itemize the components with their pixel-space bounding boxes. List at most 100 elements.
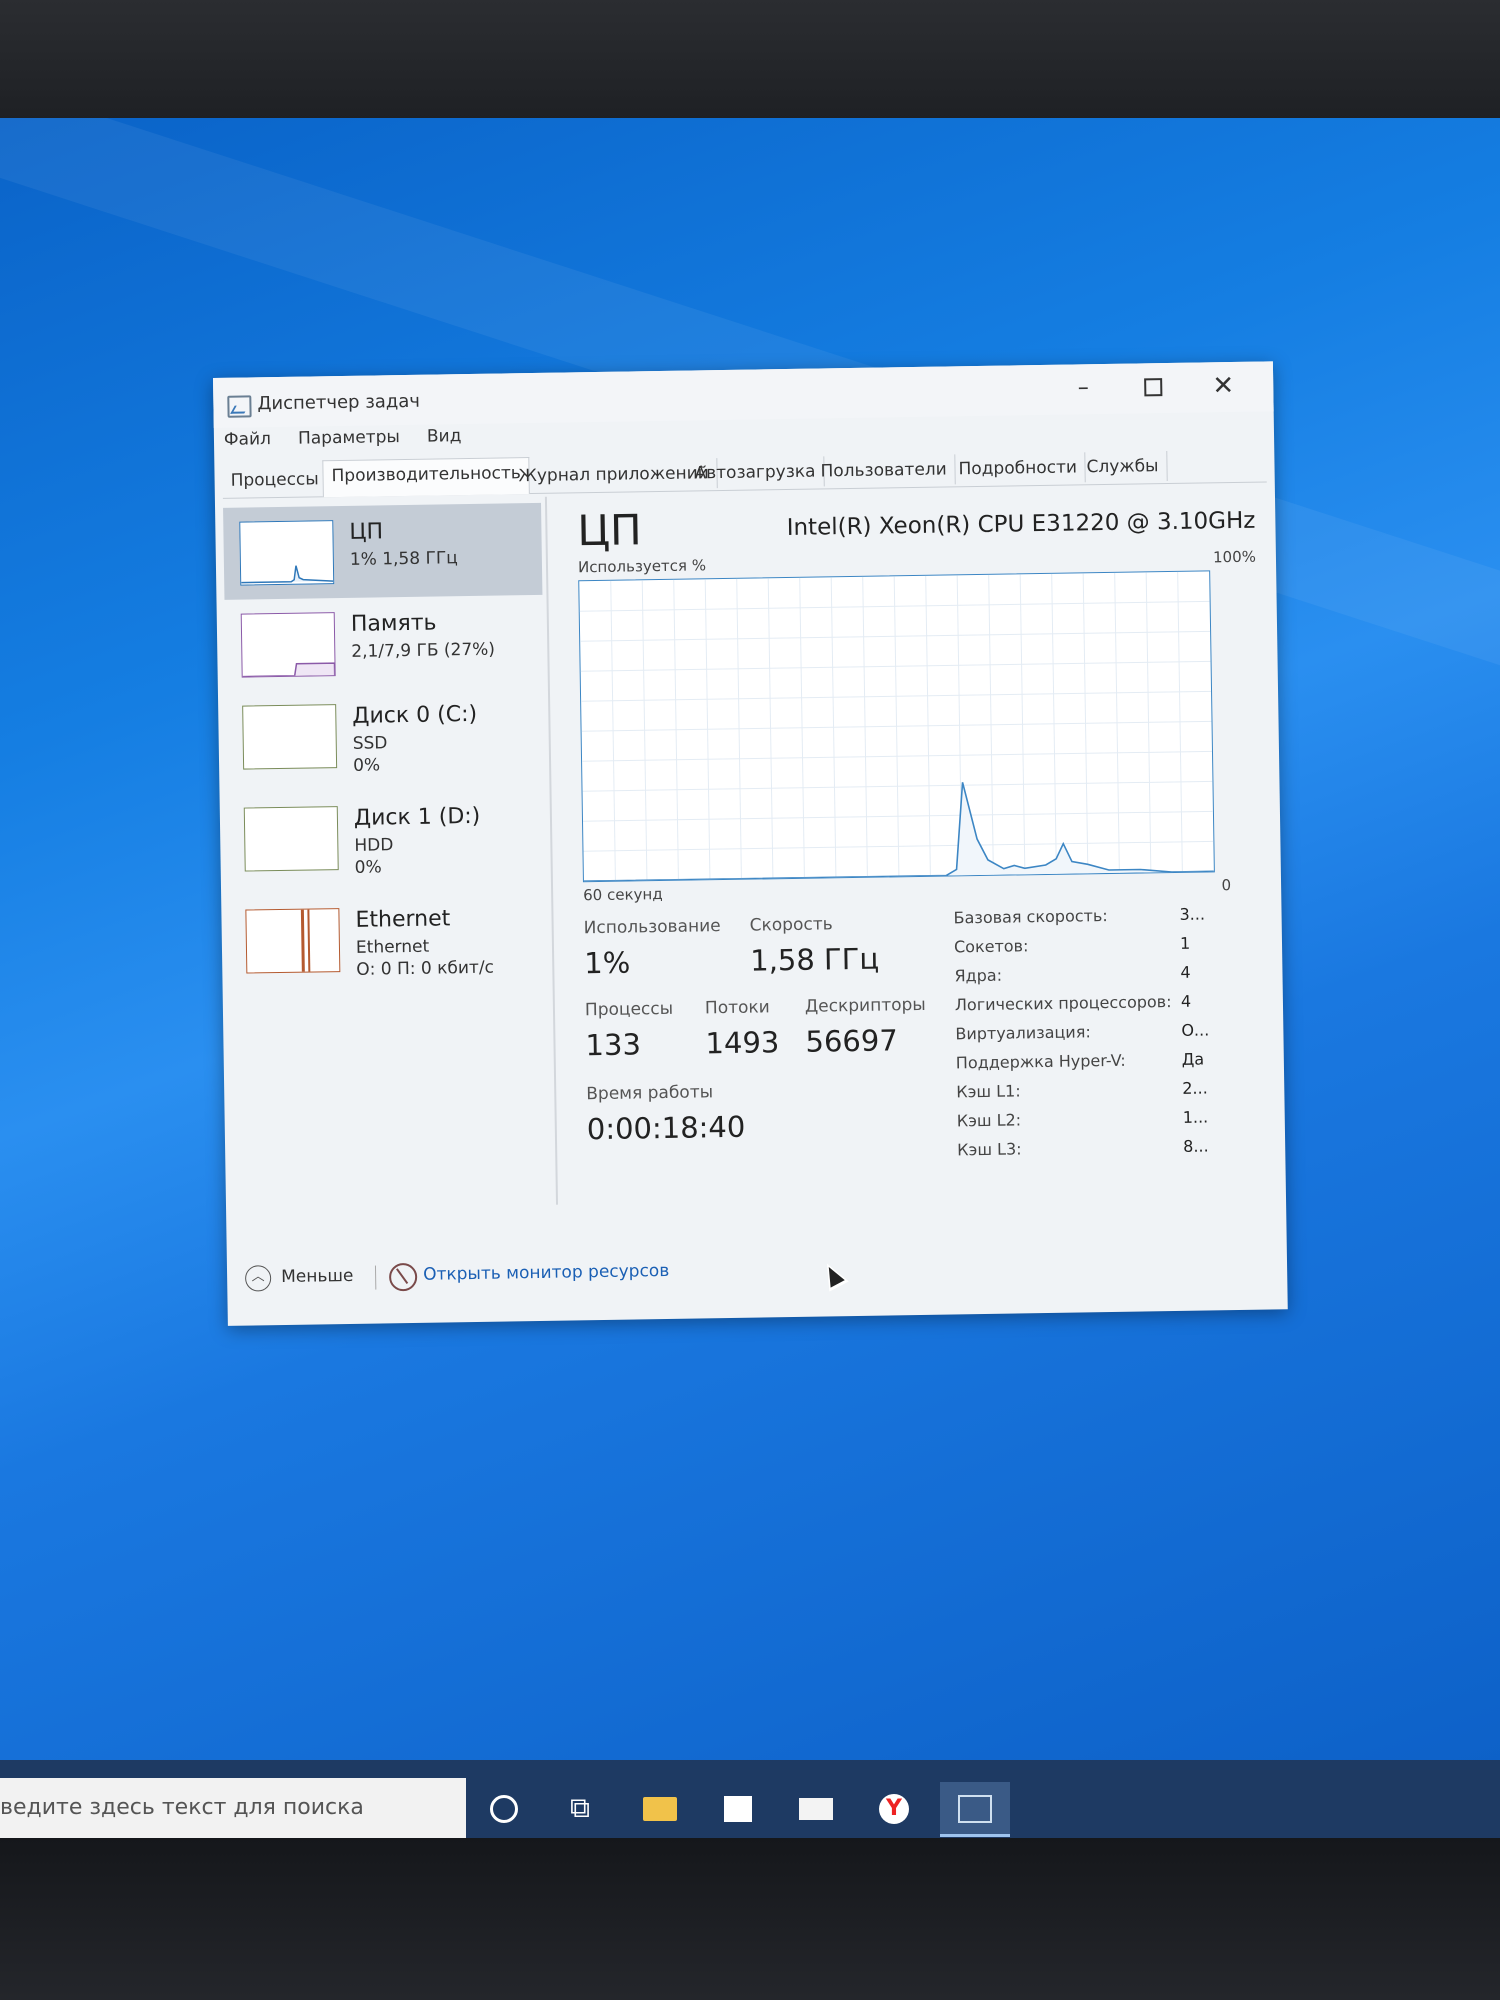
mail-icon[interactable] bbox=[788, 1782, 844, 1834]
memory-mini-chart bbox=[242, 662, 336, 678]
close-button[interactable]: ✕ bbox=[1198, 370, 1248, 403]
resource-detail: SSD bbox=[352, 733, 388, 754]
footer-divider bbox=[374, 1265, 377, 1290]
minimize-button[interactable]: – bbox=[1058, 372, 1108, 405]
spec-value: 8... bbox=[1183, 1136, 1209, 1156]
resource-detail: 2,1/7,9 ГБ (27%) bbox=[351, 639, 496, 662]
resource-item-memory[interactable]: Память 2,1/7,9 ГБ (27%) bbox=[224, 595, 543, 692]
cpu-mini-chart bbox=[241, 565, 334, 584]
speed-value: 1,58 ГГц bbox=[749, 941, 880, 978]
uptime-value: 0:00:18:40 bbox=[586, 1109, 746, 1147]
resource-usage: О: 0 П: 0 кбит/с bbox=[356, 957, 495, 980]
spec-label: Сокетов: bbox=[953, 936, 1029, 957]
resource-name: Диск 1 (D:) bbox=[353, 803, 481, 831]
resource-usage: 0% bbox=[352, 755, 381, 776]
resource-list: ЦП 1% 1,58 ГГц Память 2,1/7,9 ГБ (27%) Д… bbox=[222, 496, 559, 1210]
window-title: Диспетчер задач bbox=[257, 390, 421, 415]
resource-name: Память bbox=[350, 610, 437, 637]
spec-value: 3... bbox=[1179, 904, 1206, 924]
time-axis-label: 60 секунд bbox=[583, 885, 663, 905]
taskbar-search-input[interactable]: ведите здесь текст для поиска bbox=[0, 1778, 466, 1838]
cpu-usage-chart bbox=[579, 571, 1214, 883]
file-explorer-icon[interactable] bbox=[632, 1782, 688, 1834]
spec-value: 4 bbox=[1180, 962, 1191, 982]
menu-view[interactable]: Вид bbox=[427, 426, 462, 447]
spec-value: О... bbox=[1181, 1020, 1210, 1040]
spec-label: Кэш L3: bbox=[957, 1139, 1022, 1160]
tab-details[interactable]: Подробности bbox=[950, 452, 1087, 485]
spec-label: Кэш L1: bbox=[956, 1081, 1021, 1102]
yandex-browser-icon[interactable]: Y bbox=[866, 1782, 922, 1834]
tab-startup[interactable]: Автозагрузка bbox=[686, 456, 825, 489]
spec-label: Поддержка Hyper-V: bbox=[955, 1050, 1126, 1073]
maximize-button[interactable] bbox=[1128, 371, 1178, 404]
disk1-thumbnail-graph bbox=[243, 806, 339, 872]
threads-value: 1493 bbox=[705, 1025, 780, 1061]
store-icon[interactable] bbox=[710, 1782, 766, 1834]
resource-item-disk1[interactable]: Диск 1 (D:) HDD 0% bbox=[228, 789, 547, 886]
resource-item-ethernet[interactable]: Ethernet Ethernet О: 0 П: 0 кбит/с bbox=[229, 891, 548, 988]
resource-item-disk0[interactable]: Диск 0 (C:) SSD 0% bbox=[226, 687, 545, 784]
task-manager-icon bbox=[227, 395, 252, 418]
taskbar: ведите здесь текст для поиска ⧉ Y bbox=[0, 1760, 1500, 1838]
menu-options[interactable]: Параметры bbox=[298, 427, 400, 449]
ethernet-thumbnail-graph bbox=[245, 908, 341, 974]
axis-min-label: 0 bbox=[1221, 876, 1232, 895]
processes-value: 133 bbox=[585, 1027, 642, 1063]
spec-value: 1... bbox=[1182, 1107, 1209, 1127]
cpu-thumbnail-graph bbox=[239, 520, 335, 586]
uptime-label: Время работы bbox=[586, 1082, 714, 1105]
open-resource-monitor-link[interactable]: Открыть монитор ресурсов bbox=[423, 1261, 669, 1285]
tab-services[interactable]: Службы bbox=[1078, 451, 1168, 483]
disk0-thumbnail-graph bbox=[242, 704, 338, 770]
resource-detail: HDD bbox=[354, 835, 394, 856]
cortana-icon[interactable] bbox=[476, 1782, 532, 1834]
cpu-model: Intel(R) Xeon(R) CPU E31220 @ 3.10GHz bbox=[786, 507, 1256, 542]
resource-name: Ethernet bbox=[355, 906, 451, 933]
cpu-usage-graph bbox=[578, 570, 1215, 883]
task-view-icon[interactable]: ⧉ bbox=[552, 1782, 608, 1834]
task-manager-taskbar-icon[interactable] bbox=[940, 1782, 1010, 1837]
resource-name: Диск 0 (C:) bbox=[352, 701, 478, 729]
processes-label: Процессы bbox=[584, 998, 674, 1021]
resource-detail: Ethernet bbox=[355, 936, 430, 958]
spec-label: Ядра: bbox=[954, 965, 1003, 986]
handles-label: Дескрипторы bbox=[804, 994, 926, 1017]
usage-value: 1% bbox=[583, 945, 631, 981]
threads-label: Потоки bbox=[704, 997, 770, 1019]
usage-label: Использование bbox=[583, 916, 721, 939]
resource-item-cpu[interactable]: ЦП 1% 1,58 ГГц bbox=[223, 502, 543, 600]
fewer-details-button[interactable]: Меньше bbox=[281, 1266, 354, 1287]
tab-processes[interactable]: Процессы bbox=[222, 464, 328, 496]
axis-max-label: 100% bbox=[1212, 547, 1257, 567]
resource-monitor-icon[interactable] bbox=[388, 1262, 418, 1292]
resource-name: ЦП bbox=[349, 519, 384, 545]
spec-label: Виртуализация: bbox=[955, 1022, 1091, 1044]
menu-bar: Файл Параметры Вид bbox=[224, 426, 484, 458]
task-manager-window[interactable]: Диспетчер задач – ✕ Файл Параметры Вид П… bbox=[213, 361, 1288, 1326]
tab-performance[interactable]: Производительность bbox=[322, 457, 531, 498]
spec-value: 2... bbox=[1182, 1078, 1208, 1098]
title-bar[interactable]: Диспетчер задач – ✕ bbox=[213, 361, 1274, 428]
spec-label: Кэш L2: bbox=[956, 1110, 1022, 1131]
ethernet-mini-chart bbox=[300, 909, 311, 972]
speed-label: Скорость bbox=[749, 914, 833, 936]
window-footer: ︿ Меньше Открыть монитор ресурсов bbox=[235, 1231, 1280, 1307]
spec-label: Логических процессоров: bbox=[954, 992, 1172, 1015]
spec-value: 1 bbox=[1179, 933, 1191, 953]
resource-usage: 0% bbox=[354, 857, 382, 878]
usage-axis-label: Используется % bbox=[577, 556, 707, 577]
resource-detail: 1% 1,58 ГГц bbox=[349, 548, 458, 570]
tab-users[interactable]: Пользователи bbox=[812, 454, 956, 487]
handles-value: 56697 bbox=[805, 1023, 899, 1059]
spec-value: 4 bbox=[1180, 991, 1192, 1011]
chevron-up-icon[interactable]: ︿ bbox=[244, 1265, 272, 1292]
cpu-heading: ЦП bbox=[577, 505, 643, 556]
maximize-icon bbox=[1144, 378, 1163, 397]
desktop: Диспетчер задач – ✕ Файл Параметры Вид П… bbox=[0, 118, 1500, 1838]
menu-file[interactable]: Файл bbox=[224, 429, 271, 450]
monitor-bezel-bottom bbox=[0, 1838, 1500, 2000]
spec-value: Да bbox=[1181, 1049, 1205, 1069]
memory-thumbnail-graph bbox=[240, 612, 336, 678]
spec-label: Базовая скорость: bbox=[953, 906, 1108, 928]
